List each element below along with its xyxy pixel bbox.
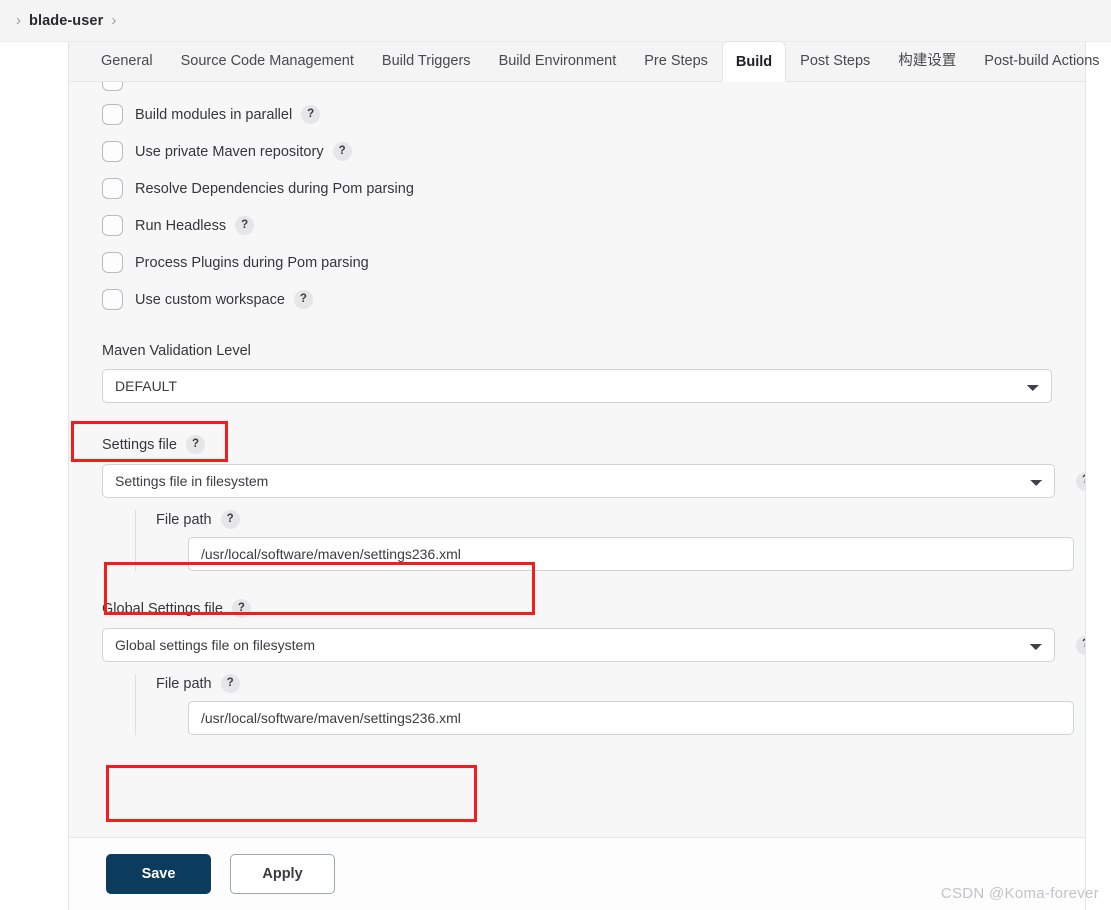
settings-file-path-label-text: File path [156,511,212,528]
breadcrumb-chevron-icon: › [16,12,21,29]
breadcrumb-item-project[interactable]: blade-user [29,13,103,29]
checkbox-row-run-headless[interactable]: Run Headless ? [102,207,1052,244]
help-icon-use-custom-workspace[interactable]: ? [293,290,313,309]
checkbox-row-process-plugins-during-pom-parsing[interactable]: Process Plugins during Pom parsing [102,244,1052,281]
clipped-checkbox-row [102,82,1052,96]
tab-post-build-actions[interactable]: Post-build Actions [970,41,1111,81]
checkbox-use-custom-workspace[interactable] [102,289,123,310]
settings-file-path-group: File path ? [135,510,1074,571]
global-settings-file-path-label-text: File path [156,675,212,692]
checkbox-row-resolve-dependencies-during-pom-parsing[interactable]: Resolve Dependencies during Pom parsing [102,170,1052,207]
watermark: CSDN @Koma-forever [940,885,1099,902]
help-icon-settings-file[interactable]: ? [185,435,205,454]
tab-source-code-management[interactable]: Source Code Management [167,41,368,81]
checkbox-clipped[interactable] [102,82,123,91]
checkbox-label-process-plugins-during-pom-parsing: Process Plugins during Pom parsing [135,254,369,271]
checkbox-label-clipped [135,82,139,89]
checkbox-label-use-private-maven-repository: Use private Maven repository [135,143,324,160]
breadcrumb: › blade-user › [0,0,1111,42]
build-form: Build modules in parallel ? Use private … [69,82,1085,837]
checkbox-process-plugins-during-pom-parsing[interactable] [102,252,123,273]
tab-build-environment[interactable]: Build Environment [485,41,631,81]
global-settings-file-path-group: File path ? [135,674,1074,735]
maven-validation-level-section: Maven Validation Level DEFAULT [102,343,1052,403]
tab-build-settings-cn[interactable]: 构建设置 [884,41,970,81]
maven-validation-level-select[interactable]: DEFAULT [102,369,1052,403]
checkbox-run-headless[interactable] [102,215,123,236]
global-settings-file-label: Global Settings file ? [102,599,1052,618]
help-icon-settings-file-row[interactable]: ? [1076,471,1085,491]
settings-file-label-text: Settings file [102,436,177,453]
checkbox-label-build-modules-in-parallel: Build modules in parallel [135,106,293,123]
help-icon-global-settings-file-row[interactable]: ? [1076,635,1085,655]
global-settings-file-select[interactable]: Global settings file on filesystem [102,628,1055,662]
checkbox-row-build-modules-in-parallel[interactable]: Build modules in parallel ? [102,96,1052,133]
tab-build[interactable]: Build [721,41,787,82]
global-settings-file-path-input[interactable] [188,701,1074,735]
help-icon-global-settings-file[interactable]: ? [231,599,251,618]
checkbox-label-use-custom-workspace: Use custom workspace [135,291,285,308]
settings-file-section: Settings file ? Settings file in filesys… [102,435,1085,571]
checkbox-label-run-headless: Run Headless [135,217,227,234]
tab-build-triggers[interactable]: Build Triggers [368,41,485,81]
help-icon-use-private-maven-repository[interactable]: ? [332,142,352,161]
settings-file-select[interactable]: Settings file in filesystem [102,464,1055,498]
tab-general[interactable]: General [87,41,167,81]
checkbox-use-private-maven-repository[interactable] [102,141,123,162]
form-footer: Save Apply [69,837,1085,910]
settings-file-label: Settings file ? [102,435,1052,454]
checkbox-row-use-private-maven-repository[interactable]: Use private Maven repository ? [102,133,1052,170]
checkbox-label-resolve-dependencies-during-pom-parsing: Resolve Dependencies during Pom parsing [135,180,414,197]
maven-validation-level-label: Maven Validation Level [102,343,251,359]
tab-pre-steps[interactable]: Pre Steps [630,41,722,81]
tab-strip: General Source Code Management Build Tri… [69,41,1100,82]
checkbox-row-clipped[interactable] [102,82,1052,96]
breadcrumb-chevron-icon-2: › [111,12,117,29]
apply-button[interactable]: Apply [230,854,335,894]
help-icon-build-modules-in-parallel[interactable]: ? [301,105,321,124]
help-icon-global-settings-file-path[interactable]: ? [220,674,240,693]
tab-post-steps[interactable]: Post Steps [786,41,884,81]
global-settings-file-path-label: File path ? [156,674,1052,693]
checkbox-resolve-dependencies-during-pom-parsing[interactable] [102,178,123,199]
global-settings-file-label-text: Global Settings file [102,600,223,617]
settings-file-path-input[interactable] [188,537,1074,571]
save-button[interactable]: Save [106,854,211,894]
config-panel: General Source Code Management Build Tri… [68,41,1100,910]
checkbox-row-use-custom-workspace[interactable]: Use custom workspace ? [102,281,1052,318]
help-icon-run-headless[interactable]: ? [235,216,255,235]
settings-file-path-label: File path ? [156,510,1052,529]
help-icon-settings-file-path[interactable]: ? [220,510,240,529]
global-settings-file-section: Global Settings file ? Global settings f… [102,599,1085,735]
checkbox-build-modules-in-parallel[interactable] [102,104,123,125]
